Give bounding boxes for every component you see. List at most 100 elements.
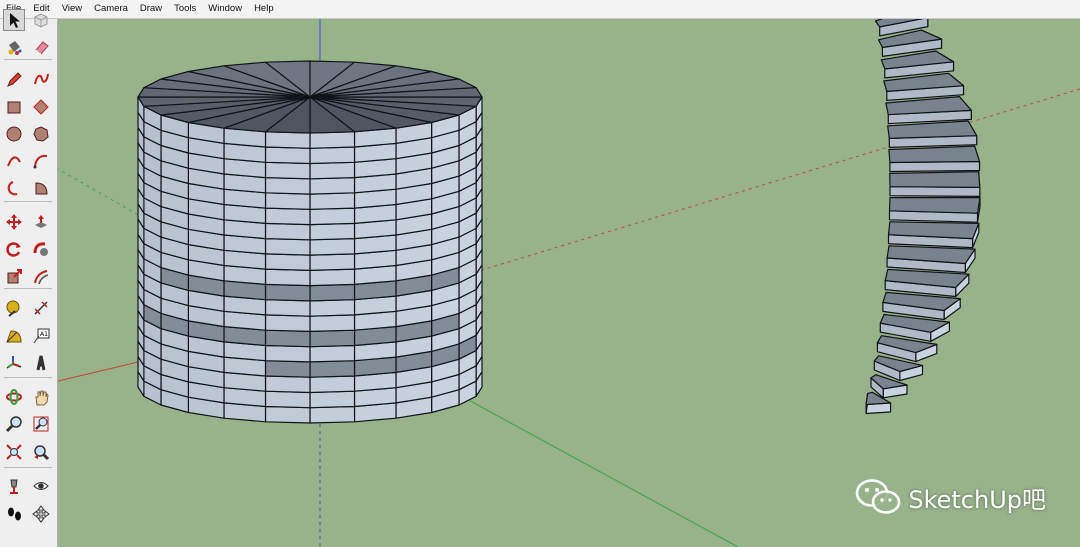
rotate-tool-button[interactable] — [3, 238, 25, 260]
toolbar-separator — [4, 201, 52, 202]
toolbar-separator — [4, 467, 52, 468]
wechat-icon — [856, 479, 901, 514]
freehand-tool-button[interactable] — [30, 68, 52, 90]
eraser-tool-button[interactable] — [30, 36, 52, 58]
pencil-tool-button[interactable] — [3, 68, 25, 90]
eraser-icon — [35, 41, 49, 55]
menu-view[interactable]: View — [56, 0, 88, 18]
look-around-icon — [33, 482, 49, 490]
menu-draw[interactable]: Draw — [134, 0, 168, 18]
offset-icon — [34, 270, 49, 285]
cylinder-face — [264, 253, 311, 271]
freehand-icon — [34, 73, 49, 85]
stair-tread-top — [889, 171, 981, 188]
cylinder-tower — [137, 60, 483, 424]
cylinder-face — [264, 161, 311, 180]
arc-icon — [7, 156, 21, 167]
menu-window[interactable]: Window — [202, 0, 248, 18]
circle-tool-button[interactable] — [3, 123, 25, 145]
offset-tool-button[interactable] — [30, 266, 52, 288]
orbit-icon — [6, 389, 22, 405]
stair-tread-top — [888, 196, 981, 214]
cylinder-face — [264, 405, 311, 424]
cylinder-face — [264, 238, 311, 256]
push-pull-tool-button[interactable] — [30, 211, 52, 233]
section-plane-icon — [32, 505, 50, 523]
cylinder-opening — [309, 360, 356, 378]
zoom-window-icon — [33, 416, 49, 432]
component-tool-button[interactable] — [30, 9, 52, 31]
cylinder-face — [309, 299, 356, 317]
rotate-icon — [6, 242, 21, 257]
spiral-staircase — [865, 19, 981, 415]
pie-tool-button[interactable] — [30, 177, 52, 199]
zoom-icon — [5, 416, 22, 433]
menu-bar: File Edit View Camera Draw Tools Window … — [0, 0, 1080, 19]
select-tool-button[interactable] — [3, 9, 25, 31]
polygon-tool-button[interactable] — [30, 123, 52, 145]
cylinder-opening — [264, 283, 311, 302]
cylinder-face — [264, 268, 311, 287]
previous-view-tool-button[interactable] — [30, 441, 52, 463]
stair-tread-top — [887, 120, 978, 140]
section-plane-tool-button[interactable] — [30, 503, 52, 525]
axes-icon — [6, 356, 22, 369]
protractor-icon — [6, 330, 22, 343]
zoom-tool-button[interactable] — [3, 413, 25, 435]
paint-bucket-tool-button[interactable] — [3, 36, 25, 58]
text-icon: A1 — [33, 328, 50, 344]
component-icon — [34, 13, 48, 28]
three-point-arc-tool-button[interactable] — [3, 177, 25, 199]
rotated-rectangle-icon — [33, 99, 49, 115]
rotated-rectangle-tool-button[interactable] — [30, 96, 52, 118]
pan-tool-button[interactable] — [30, 386, 52, 408]
dimension-icon — [34, 301, 48, 315]
position-camera-icon — [10, 479, 18, 494]
scale-icon — [7, 269, 22, 284]
drawing-viewport[interactable]: SketchUp吧 — [58, 19, 1080, 547]
zoom-window-tool-button[interactable] — [30, 413, 52, 435]
large-tool-set: A1 — [0, 9, 58, 547]
rectangle-tool-button[interactable] — [3, 96, 25, 118]
text-tool-button[interactable]: A1 — [30, 325, 52, 347]
pencil-icon — [7, 72, 22, 87]
menu-camera[interactable]: Camera — [88, 0, 134, 18]
cylinder-face — [264, 192, 311, 210]
cylinder-opening — [264, 360, 311, 378]
tape-measure-tool-button[interactable] — [3, 297, 25, 319]
cylinder-opening — [264, 329, 311, 348]
3d-text-icon — [36, 355, 46, 371]
svg-text:A1: A1 — [40, 331, 48, 338]
cylinder-face — [309, 146, 356, 165]
look-around-tool-button[interactable] — [30, 475, 52, 497]
position-camera-tool-button[interactable] — [3, 475, 25, 497]
pie-icon — [35, 182, 48, 195]
move-icon — [6, 214, 22, 230]
paint-bucket-icon — [8, 41, 22, 55]
dimension-tool-button[interactable] — [30, 297, 52, 319]
circle-icon — [6, 126, 22, 142]
cylinder-face — [264, 146, 311, 165]
walk-tool-button[interactable] — [3, 503, 25, 525]
protractor-tool-button[interactable] — [3, 325, 25, 347]
cylinder-face — [309, 268, 356, 287]
arc-tool-button[interactable] — [3, 150, 25, 172]
zoom-extents-tool-button[interactable] — [3, 441, 25, 463]
cylinder-face — [309, 375, 356, 394]
3d-text-tool-button[interactable] — [30, 352, 52, 374]
scale-tool-button[interactable] — [3, 266, 25, 288]
toolbar-separator — [4, 377, 52, 378]
follow-me-tool-button[interactable] — [30, 238, 52, 260]
stair-tread-side — [889, 186, 981, 197]
menu-tools[interactable]: Tools — [168, 0, 202, 18]
cylinder-face — [309, 390, 356, 409]
follow-me-icon — [33, 242, 48, 256]
move-tool-button[interactable] — [3, 211, 25, 233]
orbit-tool-button[interactable] — [3, 386, 25, 408]
cylinder-face — [309, 177, 356, 195]
axes-tool-button[interactable] — [3, 352, 25, 374]
cylinder-face — [309, 238, 356, 256]
menu-help[interactable]: Help — [248, 0, 280, 18]
two-point-arc-tool-button[interactable] — [30, 150, 52, 172]
zoom-extents-icon — [6, 444, 22, 460]
